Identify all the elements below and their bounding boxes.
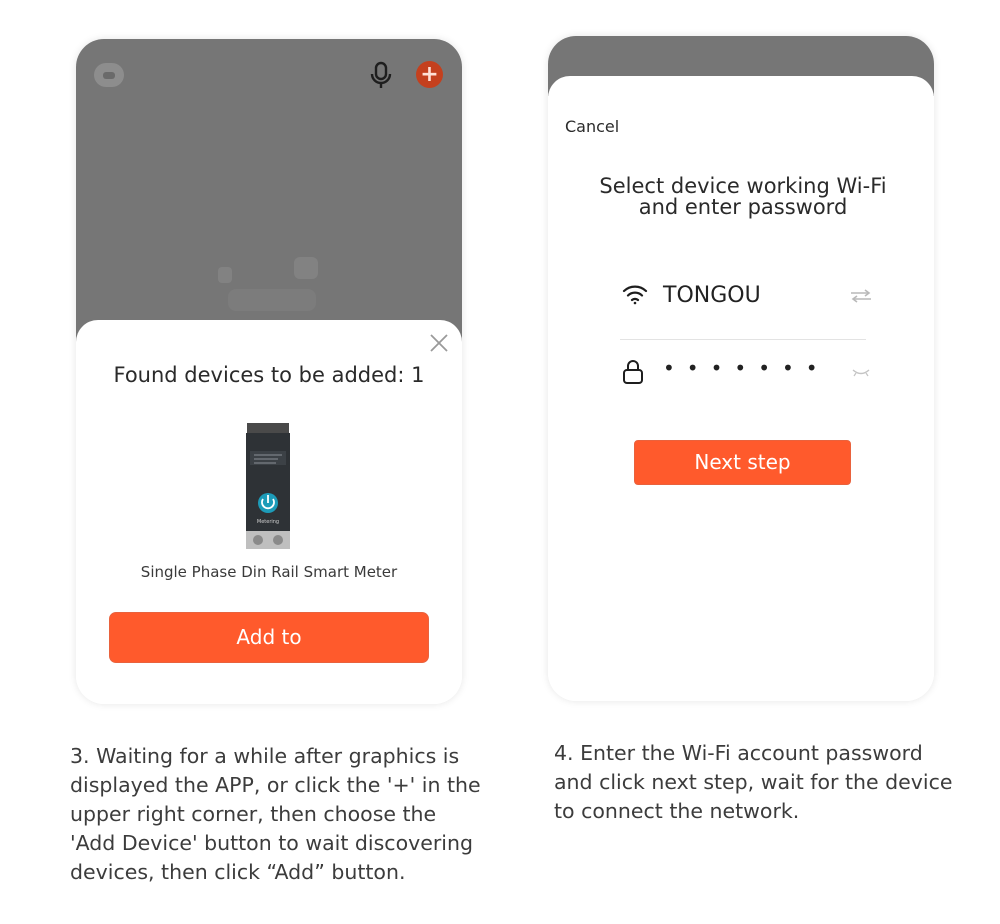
wifi-setup-title-line1: Select device working Wi-Fi [599,174,887,198]
instruction-step-4: 4. Enter the Wi-Fi account password and … [554,739,974,826]
next-step-button[interactable]: Next step [634,440,851,485]
phone-screen-add-device: + Found devices to be added: 1 Metering … [76,39,462,704]
background-shape [228,289,316,311]
wifi-ssid[interactable]: TONGOU [663,283,761,308]
device-name: Single Phase Din Rail Smart Meter [140,563,398,581]
wifi-icon [622,285,648,305]
field-divider [620,339,866,340]
caption-line: displayed the APP, or click the '+' in t… [70,773,481,797]
background-shape [294,257,318,279]
device-label: Metering [257,519,279,525]
background-shape [218,267,232,283]
mic-icon[interactable] [368,61,394,89]
eye-closed-icon[interactable] [851,368,871,378]
close-icon[interactable] [428,332,450,354]
wifi-setup-title-line2: and enter password [638,195,848,219]
app-icon[interactable] [94,63,124,87]
wifi-setup-sheet [548,76,934,701]
caption-line: 'Add Device' button to wait discovering [70,831,473,855]
caption-line: 4. Enter the Wi-Fi account password [554,741,923,765]
wifi-setup-title: Select device working Wi-Fi and enter pa… [548,176,934,218]
cancel-button[interactable]: Cancel [565,117,619,136]
instruction-step-3: 3. Waiting for a while after graphics is… [70,742,490,887]
password-field[interactable]: ••••••• [663,356,830,380]
caption-line: 3. Waiting for a while after graphics is [70,744,460,768]
plus-icon[interactable]: + [416,61,443,88]
caption-line: upper right corner, then choose the [70,802,437,826]
add-to-button[interactable]: Add to [109,612,429,663]
caption-line: to connect the network. [554,799,800,823]
smart-meter-device-image: Metering [246,423,290,549]
lock-icon [623,360,643,384]
phone-screen-wifi-setup: Cancel Select device working Wi-Fi and e… [548,36,934,701]
found-devices-title: Found devices to be added: 1 [113,363,425,387]
caption-line: devices, then click “Add” button. [70,860,406,884]
caption-line: and click next step, wait for the device [554,770,953,794]
switch-network-icon[interactable] [849,288,873,304]
